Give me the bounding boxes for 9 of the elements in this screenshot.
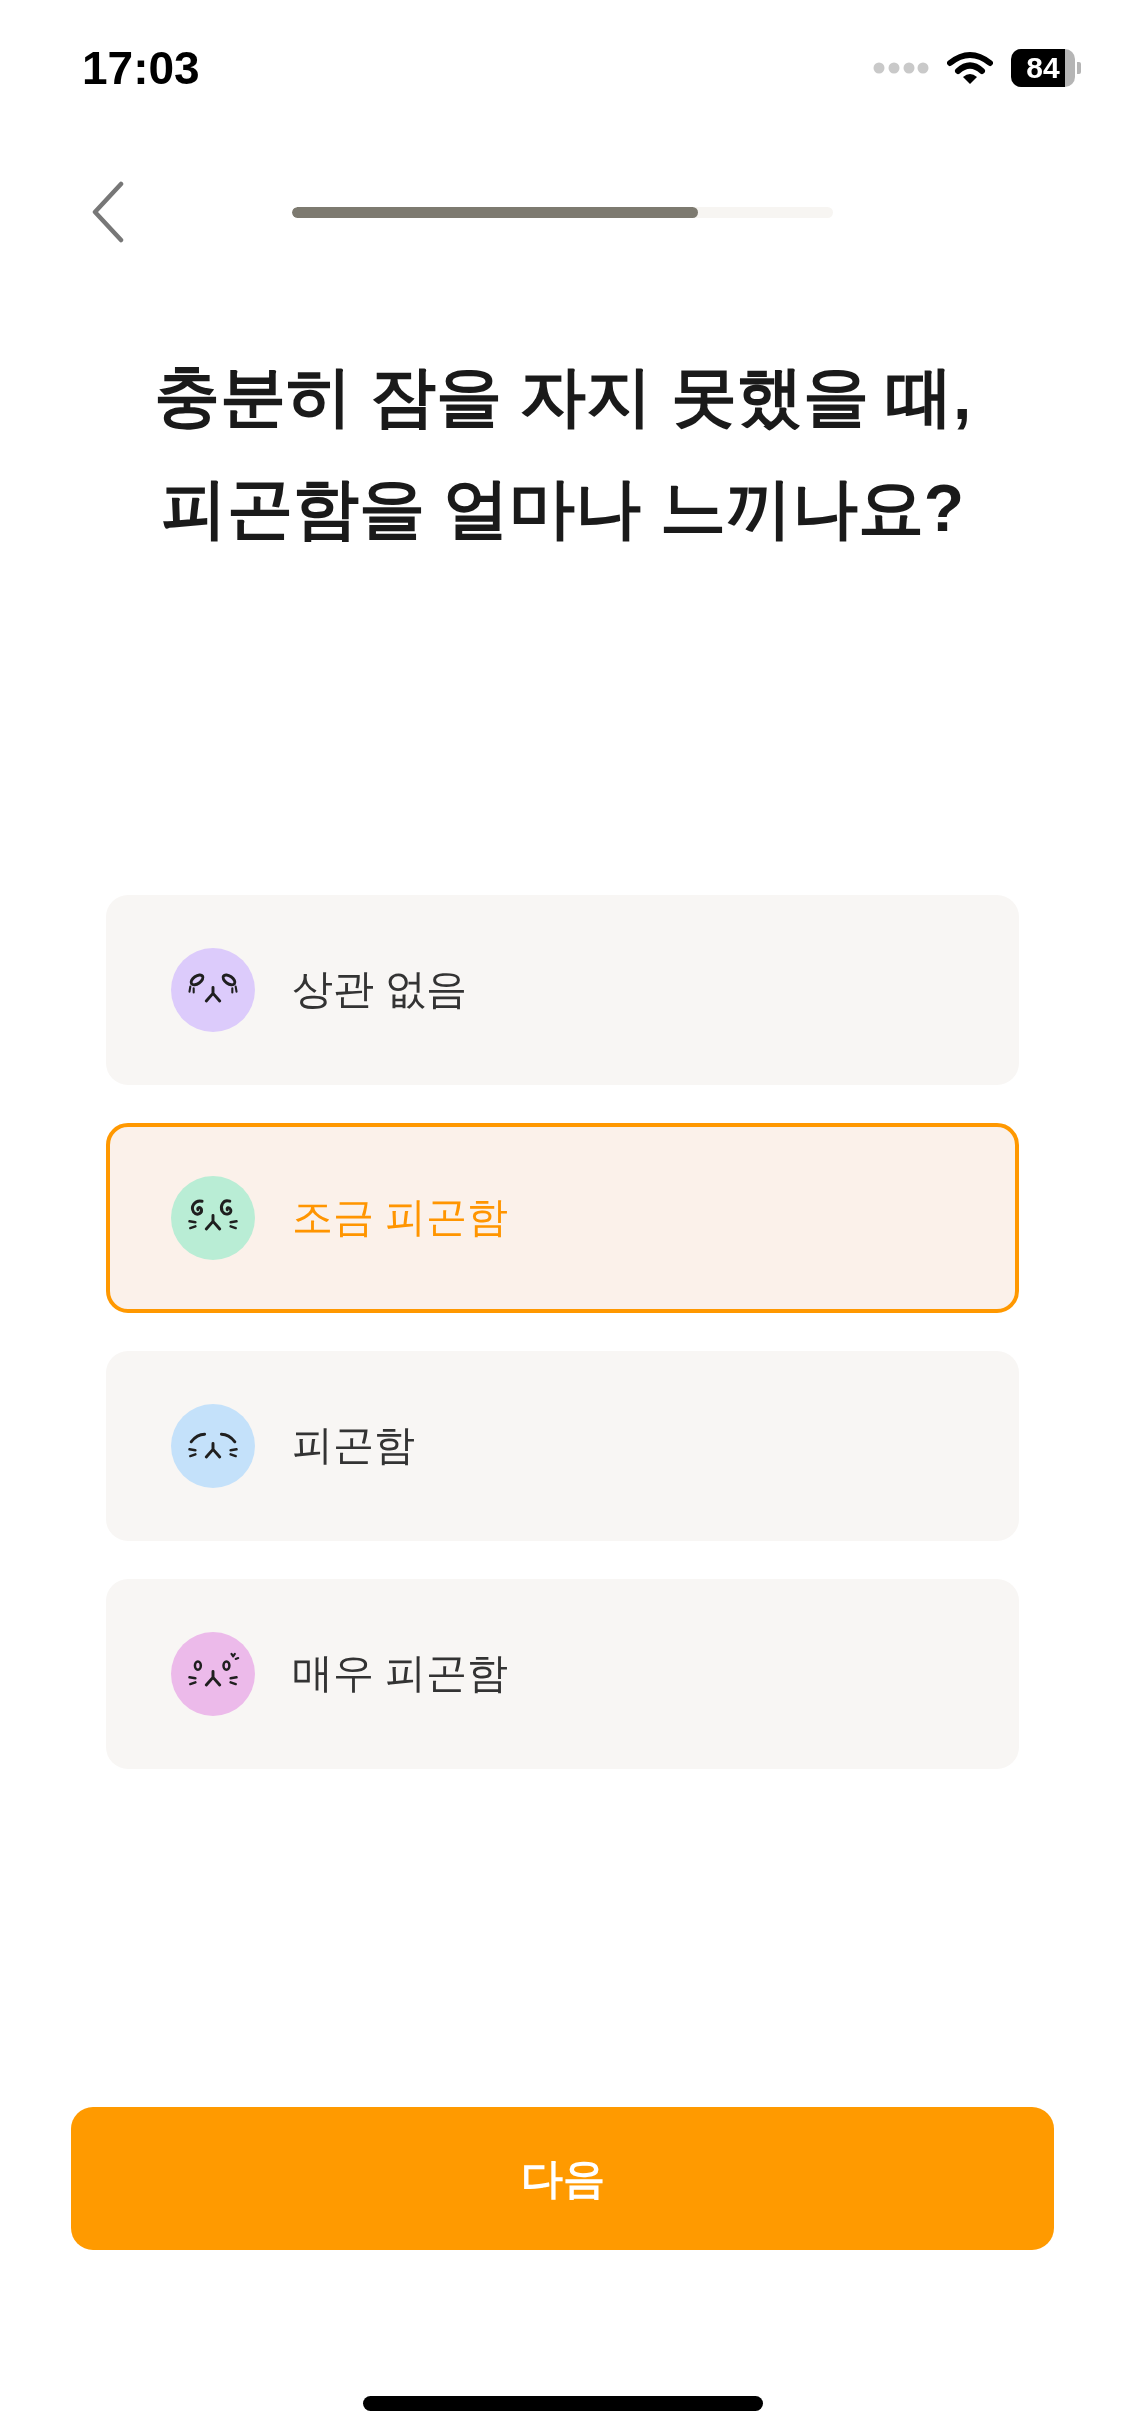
cellular-signal-icon	[873, 62, 929, 74]
answer-option[interactable]: 피곤함	[106, 1351, 1019, 1541]
wifi-icon	[947, 51, 993, 85]
answer-option[interactable]: 매우 피곤함	[106, 1579, 1019, 1769]
battery-percentage: 84	[1026, 53, 1060, 83]
chevron-left-icon	[91, 181, 125, 243]
answer-option[interactable]: 상관 없음	[106, 895, 1019, 1085]
question-title: 충분히 잠을 자지 못했을 때, 피곤함을 얼마나 느끼나요?	[152, 358, 973, 547]
status-time: 17:03	[82, 45, 200, 91]
